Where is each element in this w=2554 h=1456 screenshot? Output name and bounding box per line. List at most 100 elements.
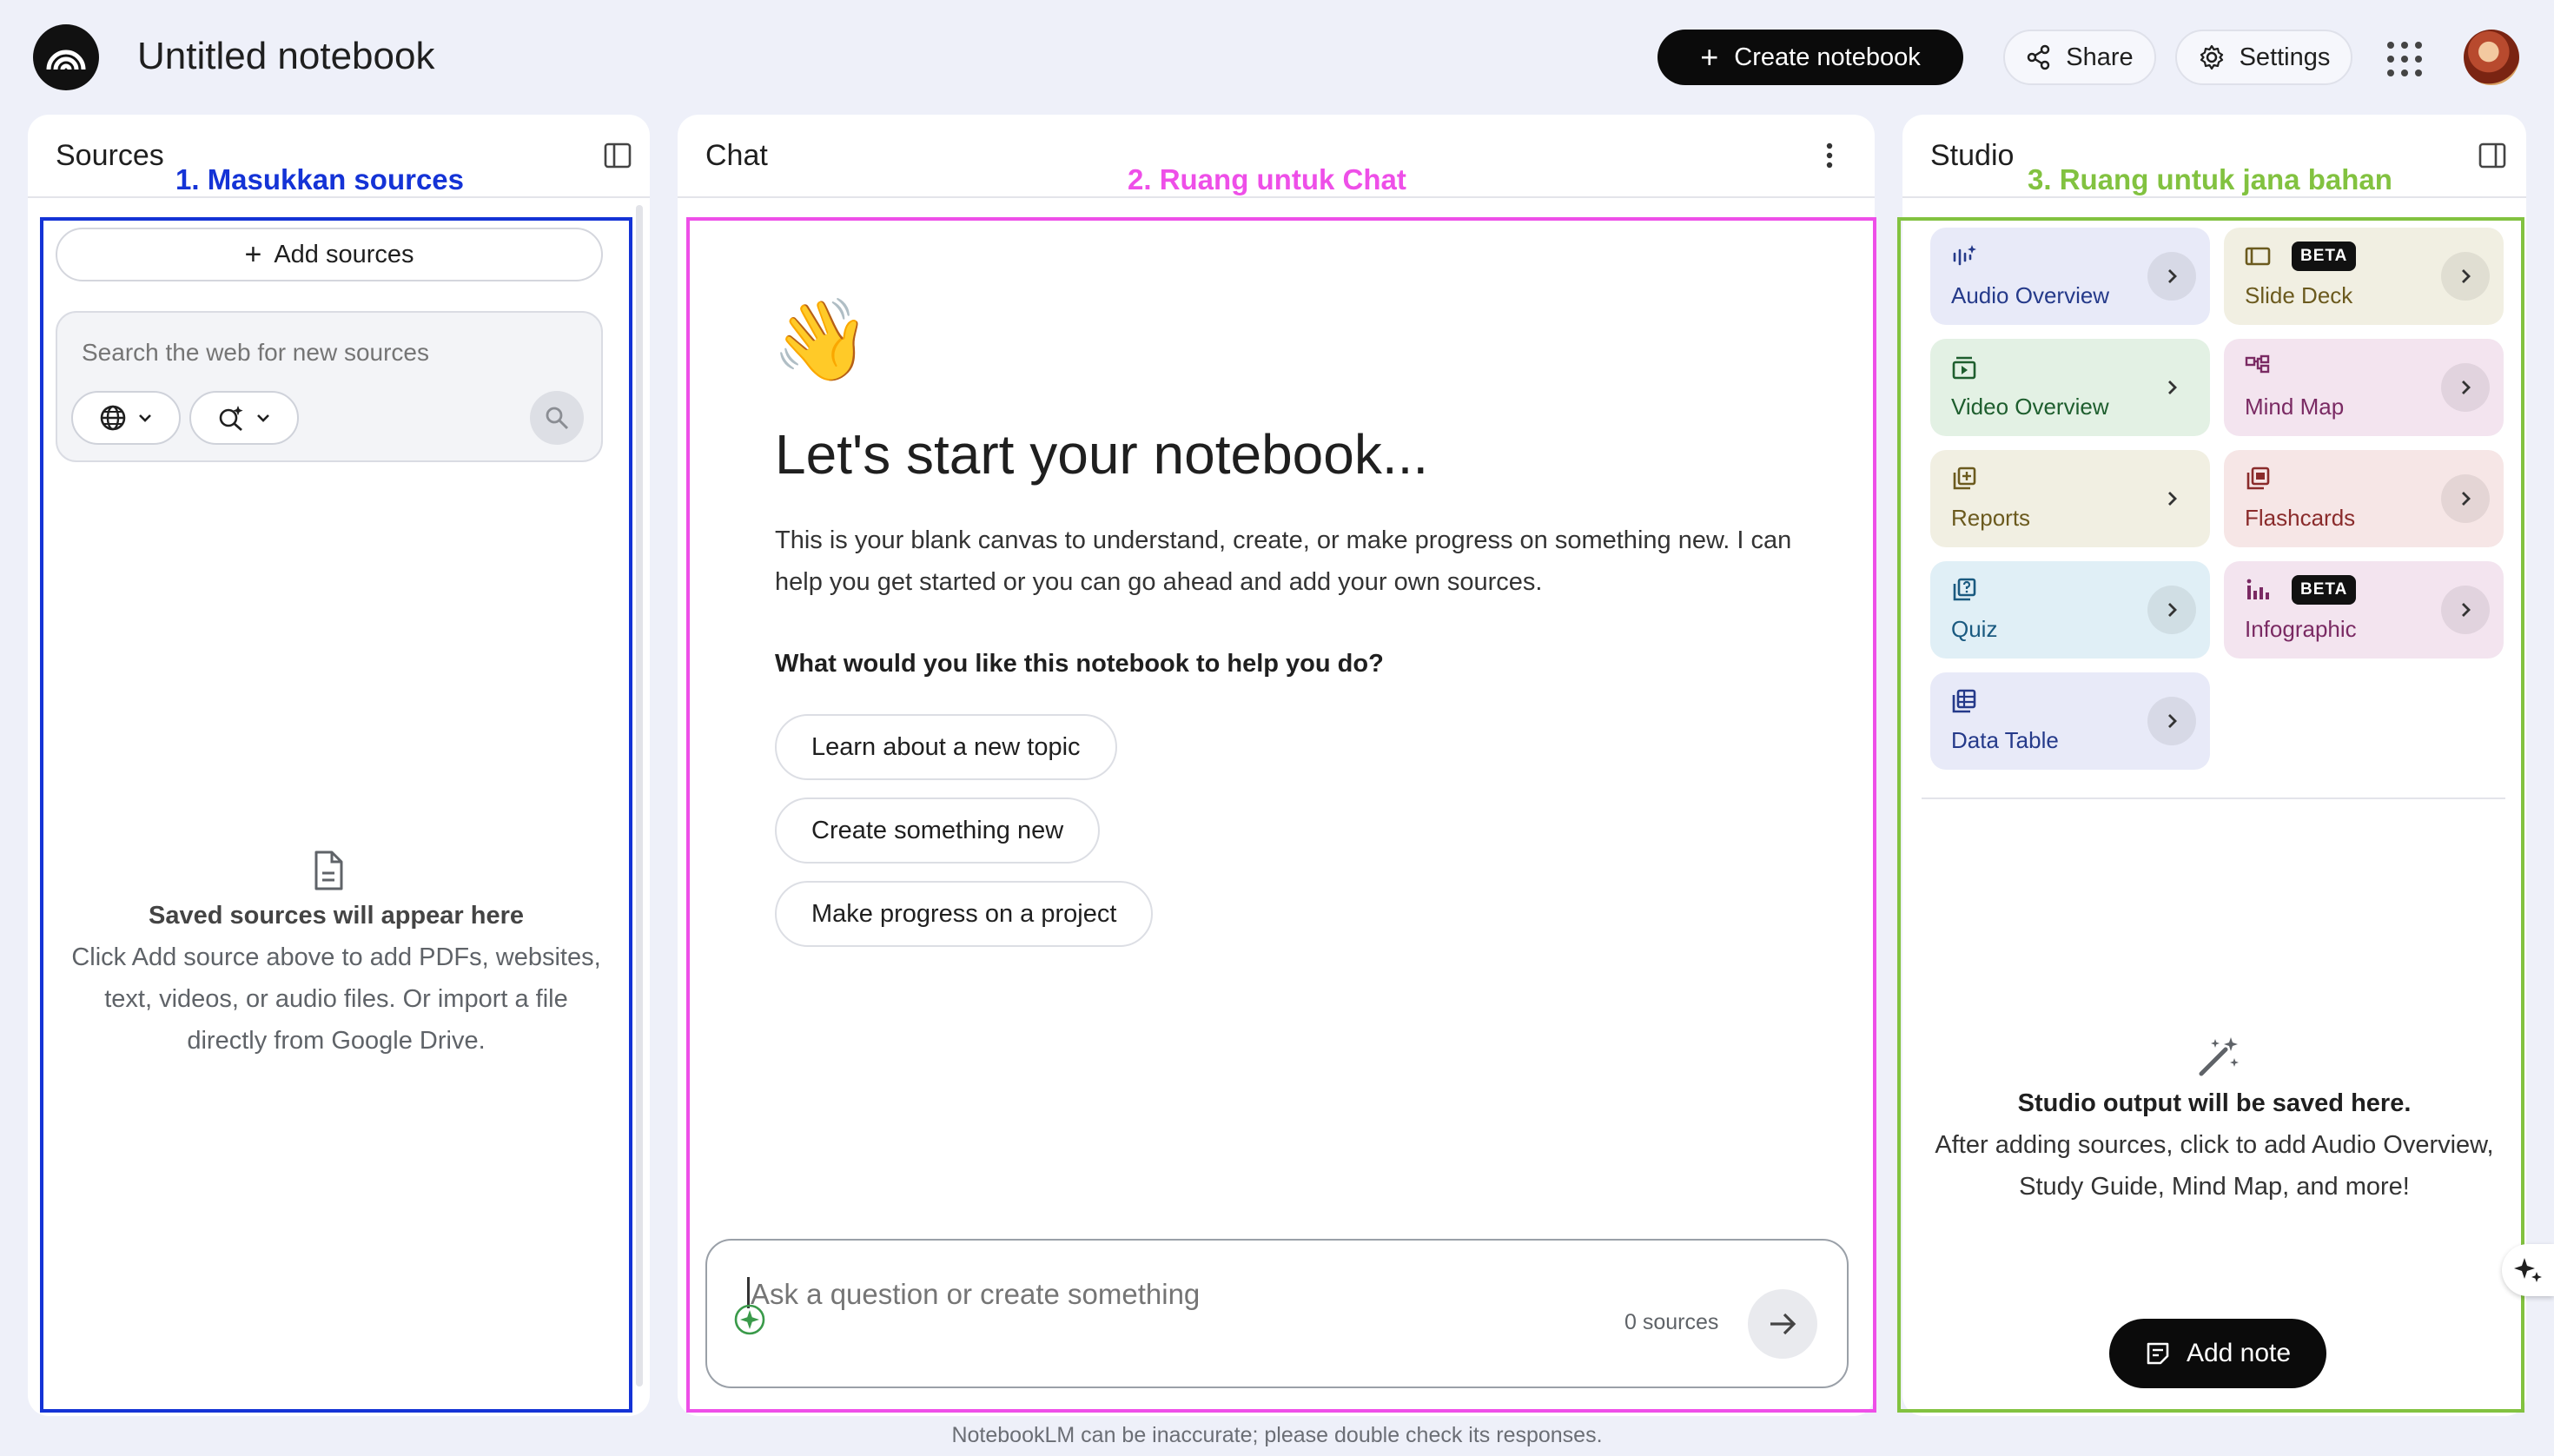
add-sources-button[interactable]: + Add sources <box>56 228 603 281</box>
tile-video-overview-label: Video Overview <box>1951 394 2109 420</box>
chevron-right-icon <box>2147 252 2196 301</box>
chat-question: What would you like this notebook to hel… <box>775 650 1384 678</box>
video-icon <box>1952 356 1976 380</box>
arrow-right-icon <box>1770 1313 1796 1335</box>
infographic-icon <box>2246 579 2269 599</box>
chevron-down-icon <box>139 414 151 422</box>
research-mode-dropdown[interactable] <box>189 391 299 445</box>
chat-intro-line-1: This is your blank canvas to understand,… <box>775 526 1792 554</box>
notebook-title[interactable]: Untitled notebook <box>137 35 434 78</box>
studio-empty-title: Studio output will be saved here. <box>2017 1089 2412 1117</box>
sources-empty-title: Saved sources will appear here <box>149 902 524 930</box>
web-source-dropdown[interactable] <box>71 391 181 445</box>
tile-video-overview[interactable]: Video Overview <box>1930 339 2210 436</box>
gear-icon <box>2200 44 2223 70</box>
tile-infographic[interactable]: BETA Infographic <box>2224 561 2504 659</box>
chevron-right-icon <box>2147 474 2196 523</box>
studio-empty-line-1: After adding sources, click to add Audio… <box>1935 1131 2494 1159</box>
sources-empty-line-1: Click Add source above to add PDFs, webs… <box>71 943 601 971</box>
studio-empty-line-2: Study Guide, Mind Map, and more! <box>2019 1173 2410 1201</box>
tile-reports-label: Reports <box>1951 505 2031 531</box>
chat-intro-line-2: help you get started or you can go ahead… <box>775 568 1543 596</box>
tile-data-table-label: Data Table <box>1951 727 2059 753</box>
chat-annotation: 2. Ruang untuk Chat <box>1128 163 1406 195</box>
tile-mind-map[interactable]: Mind Map <box>2224 339 2504 436</box>
studio-section-divider <box>1922 797 2505 799</box>
suggestion-create-new[interactable]: Create something new <box>775 797 1101 864</box>
create-notebook-button[interactable]: + Create notebook <box>1657 30 1963 85</box>
chevron-right-icon <box>2441 363 2490 412</box>
avatar[interactable] <box>2464 30 2519 85</box>
tile-data-table[interactable]: Data Table <box>1930 672 2210 770</box>
add-sources-label: Add sources <box>274 240 414 268</box>
reports-icon <box>1953 467 1976 490</box>
tile-audio-overview-label: Audio Overview <box>1951 282 2110 308</box>
settings-button[interactable]: Settings <box>2175 30 2352 85</box>
tile-quiz[interactable]: Quiz <box>1930 561 2210 659</box>
share-icon <box>2028 44 2050 70</box>
send-button[interactable] <box>1748 1289 1817 1359</box>
notebooklm-logo[interactable] <box>33 24 99 90</box>
collapse-studio-icon[interactable] <box>2478 141 2507 170</box>
sources-scrollbar[interactable] <box>636 205 643 1387</box>
audio-wave-icon <box>1953 245 1976 266</box>
slides-icon <box>2245 247 2271 266</box>
tile-slide-deck-label: Slide Deck <box>2245 282 2353 308</box>
sources-divider <box>28 196 650 198</box>
sparkle-icon <box>2514 1258 2542 1282</box>
tile-flashcards[interactable]: Flashcards <box>2224 450 2504 547</box>
studio-divider <box>1902 196 2526 198</box>
quiz-icon <box>1953 578 1976 601</box>
create-notebook-label: Create notebook <box>1734 43 1921 71</box>
tile-quiz-label: Quiz <box>1951 616 1998 642</box>
tile-infographic-label: Infographic <box>2245 616 2357 642</box>
share-label: Share <box>2066 43 2134 71</box>
search-submit-button[interactable] <box>530 391 584 445</box>
source-count: 0 sources <box>1624 1310 1719 1334</box>
collapse-panel-icon[interactable] <box>603 141 632 170</box>
beta-badge: BETA <box>2292 575 2357 605</box>
spark-status-icon <box>734 1304 765 1335</box>
more-options-icon[interactable] <box>1817 141 1842 170</box>
globe-icon <box>100 405 126 431</box>
add-note-button[interactable]: Add note <box>2109 1319 2326 1388</box>
chevron-right-icon <box>2147 363 2196 412</box>
search-icon <box>546 407 569 430</box>
tile-mind-map-label: Mind Map <box>2245 394 2345 420</box>
sources-annotation: 1. Masukkan sources <box>175 163 464 195</box>
plus-icon: + <box>1700 39 1719 75</box>
wave-emoji: 👋 <box>771 296 871 385</box>
tile-flashcards-label: Flashcards <box>2245 505 2356 531</box>
chevron-right-icon <box>2441 586 2490 634</box>
tile-reports[interactable]: Reports <box>1930 450 2210 547</box>
mind-map-icon <box>2245 354 2270 374</box>
sparkle-search-icon <box>219 406 243 432</box>
tile-slide-deck[interactable]: BETA Slide Deck <box>2224 228 2504 325</box>
apps-grid-icon[interactable] <box>2387 42 2422 76</box>
table-icon <box>1952 689 1976 713</box>
chat-divider <box>678 196 1875 198</box>
tile-audio-overview[interactable]: Audio Overview <box>1930 228 2210 325</box>
document-icon <box>314 850 343 890</box>
plus-icon: + <box>244 238 262 271</box>
logo-icon <box>46 50 86 70</box>
chevron-right-icon <box>2441 252 2490 301</box>
sources-empty-line-3: directly from Google Drive. <box>187 1027 486 1055</box>
settings-label: Settings <box>2239 43 2331 71</box>
flashcards-icon <box>2246 467 2270 490</box>
studio-heading: Studio <box>1930 139 2015 172</box>
disclaimer: NotebookLM can be inaccurate; please dou… <box>951 1423 1603 1447</box>
web-search-input[interactable] <box>82 335 568 370</box>
chevron-right-icon <box>2147 697 2196 745</box>
floating-sparkle-button[interactable] <box>2502 1244 2554 1296</box>
chevron-right-icon <box>2441 474 2490 523</box>
chat-input[interactable] <box>751 1274 1619 1315</box>
chat-heading: Chat <box>705 139 768 172</box>
chevron-down-icon <box>257 414 269 422</box>
chat-headline: Let's start your notebook... <box>775 423 1429 486</box>
suggestion-learn-topic[interactable]: Learn about a new topic <box>775 714 1117 780</box>
sources-empty-line-2: text, videos, or audio files. Or import … <box>104 985 568 1013</box>
suggestion-make-progress[interactable]: Make progress on a project <box>775 881 1154 947</box>
share-button[interactable]: Share <box>2003 30 2156 85</box>
note-icon <box>2147 1342 2169 1365</box>
